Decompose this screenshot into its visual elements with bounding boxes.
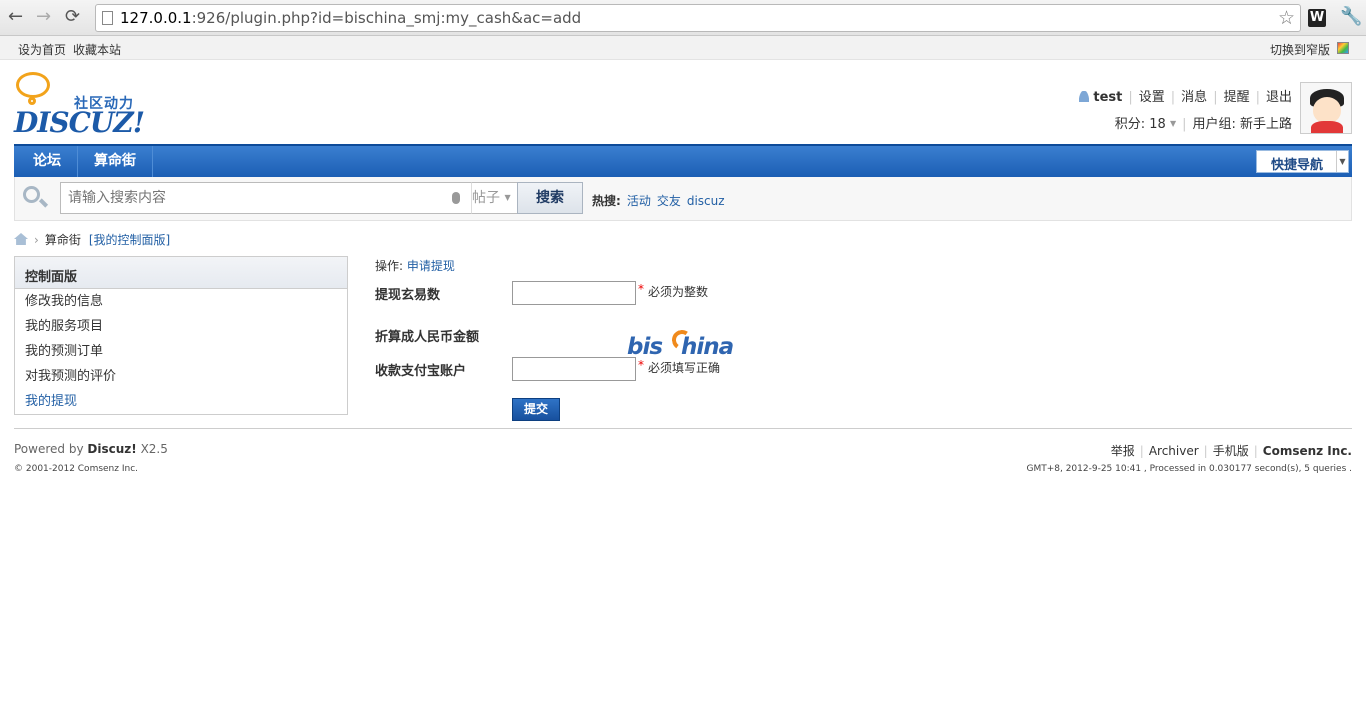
credits-dropdown[interactable]: 积分: 18 ▼ (1115, 117, 1176, 132)
amount-input[interactable] (512, 281, 636, 305)
page-icon (102, 11, 113, 25)
search-button[interactable]: 搜索 (517, 182, 583, 214)
avatar[interactable] (1300, 82, 1352, 134)
switch-narrow-link[interactable]: 切换到窄版 (1270, 41, 1330, 58)
operation-line: 操作: 申请提现 (375, 259, 455, 273)
amount-label: 提现玄易数 (375, 288, 441, 303)
chevron-down-icon: ▼ (504, 193, 511, 202)
username-link[interactable]: test (1093, 90, 1122, 105)
search-type-select[interactable]: 帖子 ▼ (471, 182, 518, 214)
microphone-icon[interactable] (452, 192, 460, 204)
company-name: Comsenz Inc. (1262, 444, 1352, 458)
hot-label: 热搜: (592, 194, 621, 208)
search-input[interactable] (60, 182, 472, 214)
amount-hint: 必须为整数 (648, 285, 709, 299)
quick-nav-button[interactable]: 快捷导航 ▼ (1256, 150, 1349, 173)
reminders-link[interactable]: 提醒 (1224, 90, 1250, 105)
extension-w-icon[interactable]: W (1308, 9, 1326, 27)
report-link[interactable]: 举报 (1111, 444, 1135, 458)
search-icon (23, 186, 49, 208)
sidebar-item-reviews[interactable]: 对我预测的评价 (15, 364, 347, 389)
bookmark-site-link[interactable]: 收藏本站 (73, 41, 121, 58)
sidebar-item-withdraw[interactable]: 我的提现 (15, 389, 347, 414)
logo-bubble-icon (16, 72, 50, 98)
hot-item[interactable]: discuz (687, 194, 725, 208)
breadcrumb-control-panel[interactable]: [我的控制面版] (89, 233, 170, 247)
apply-withdraw-link[interactable]: 申请提现 (407, 259, 455, 273)
arrow-left-icon[interactable]: ← (8, 7, 23, 27)
nav-fortune-street[interactable]: 算命街 (78, 146, 153, 177)
hot-item[interactable]: 交友 (657, 194, 681, 208)
copyright: © 2001-2012 Comsenz Inc. (14, 464, 139, 474)
url-text[interactable]: 127.0.0.1:926/plugin.php?id=bischina_smj… (120, 9, 581, 27)
footer-divider (14, 428, 1352, 429)
top-bar: 设为首页 收藏本站 切换到窄版 (0, 36, 1366, 60)
sidebar-item-edit-info[interactable]: 修改我的信息 (15, 289, 347, 314)
alipay-account-input[interactable] (512, 357, 636, 381)
control-panel-sidebar: 控制面版 修改我的信息 我的服务项目 我的预测订单 对我预测的评价 我的提现 (14, 256, 348, 415)
settings-link[interactable]: 设置 (1139, 90, 1165, 105)
narrow-layout-icon[interactable] (1337, 42, 1349, 54)
sidebar-item-orders[interactable]: 我的预测订单 (15, 339, 347, 364)
breadcrumb-section[interactable]: 算命街 (45, 233, 81, 247)
browser-toolbar: ← → ⟳ 127.0.0.1:926/plugin.php?id=bischi… (0, 0, 1366, 36)
required-mark: * (638, 282, 644, 296)
usergroup-link[interactable]: 用户组: 新手上路 (1192, 117, 1292, 132)
account-hint: 必须填写正确 (648, 361, 721, 375)
chevron-down-icon[interactable]: ▼ (1336, 151, 1348, 172)
powered-by: Powered by Discuz! X2.5 (14, 442, 168, 456)
user-icon (1079, 91, 1090, 102)
home-icon[interactable] (14, 233, 28, 245)
chevron-down-icon: ▼ (1169, 119, 1177, 128)
hot-item[interactable]: 活动 (627, 194, 651, 208)
site-logo[interactable]: 社区动力 DISCUZ! (14, 70, 154, 139)
footer-stats: GMT+8, 2012-9-25 10:41 , Processed in 0.… (1026, 464, 1352, 474)
reload-icon[interactable]: ⟳ (65, 7, 80, 27)
arrow-right-icon[interactable]: → (36, 7, 51, 27)
mobile-link[interactable]: 手机版 (1213, 444, 1249, 458)
hot-searches: 热搜: 活动 交友 discuz (592, 192, 725, 209)
alipay-account-label: 收款支付宝账户 (375, 364, 467, 379)
messages-link[interactable]: 消息 (1181, 90, 1207, 105)
wrench-icon[interactable]: 🔧 (1340, 6, 1362, 27)
set-home-link[interactable]: 设为首页 (18, 41, 66, 58)
footer-links: 举报 | Archiver | 手机版 | Comsenz Inc. (1110, 444, 1352, 458)
main-nav: 论坛 算命街 快捷导航 ▼ (14, 144, 1352, 177)
sidebar-title: 控制面版 (15, 257, 347, 289)
nav-forum[interactable]: 论坛 (17, 146, 78, 177)
search-bar: 帖子 ▼ 搜索 热搜: 活动交友 discuz (14, 177, 1352, 221)
address-bar[interactable]: 127.0.0.1:926/plugin.php?id=bischina_smj… (95, 4, 1301, 32)
archiver-link[interactable]: Archiver (1149, 444, 1199, 458)
user-credits: 积分: 18 ▼ | 用户组: 新手上路 (1114, 117, 1292, 132)
logo-word: DISCUZ! (14, 106, 145, 139)
user-menu: test | 设置 | 消息 | 提醒 | 退出 (1079, 86, 1292, 105)
bookmark-star-icon[interactable]: ☆ (1278, 7, 1295, 29)
breadcrumb: › 算命街 [我的控制面版] (14, 231, 170, 248)
required-mark: * (638, 358, 644, 372)
submit-button[interactable]: 提交 (512, 398, 560, 421)
rmb-amount-label: 折算成人民币金额 (375, 330, 480, 345)
logout-link[interactable]: 退出 (1266, 90, 1292, 105)
sidebar-item-services[interactable]: 我的服务项目 (15, 314, 347, 339)
